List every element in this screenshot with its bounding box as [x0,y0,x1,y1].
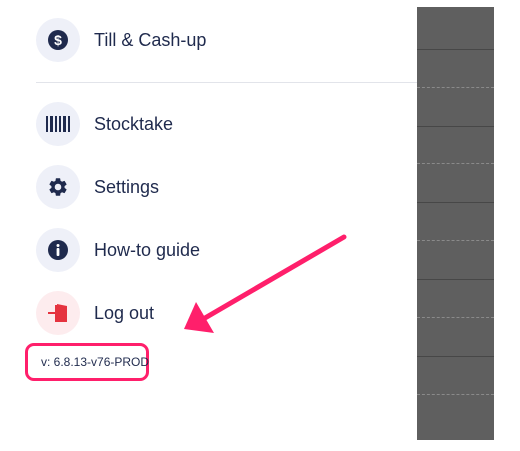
menu-item-till-cash-up[interactable]: $ Till & Cash-up [36,17,206,63]
row-separator [417,356,494,357]
menu-item-settings[interactable]: Settings [36,164,159,210]
version-label: v: 6.8.13-v76-PROD [41,355,150,369]
info-icon [36,228,80,272]
gear-icon [36,165,80,209]
row-separator [417,87,494,88]
barcode-icon [36,102,80,146]
navigation-drawer: $ Till & Cash-up Stocktake Settings How-… [0,0,417,451]
row-separator [417,126,494,127]
menu-label-how-to-guide: How-to guide [94,239,201,260]
svg-text:$: $ [54,32,62,48]
menu-item-log-out[interactable]: Log out [36,290,154,336]
row-separator [417,394,494,395]
overlay-top-strip [417,0,494,7]
menu-label-settings: Settings [94,176,160,197]
menu-label-log-out: Log out [94,302,155,323]
menu-item-stocktake[interactable]: Stocktake [36,101,173,147]
row-separator [417,163,494,164]
row-separator [417,49,494,50]
menu-item-how-to-guide[interactable]: How-to guide [36,227,200,273]
menu-label-stocktake: Stocktake [94,113,174,134]
logout-icon [36,291,80,335]
row-separator [417,279,494,280]
menu-label-till-cash-up: Till & Cash-up [94,29,207,50]
row-separator [417,317,494,318]
dollar-icon: $ [36,18,80,62]
row-separator [417,240,494,241]
row-separator [417,202,494,203]
background-overlay[interactable] [417,0,494,440]
menu-divider [36,82,417,83]
